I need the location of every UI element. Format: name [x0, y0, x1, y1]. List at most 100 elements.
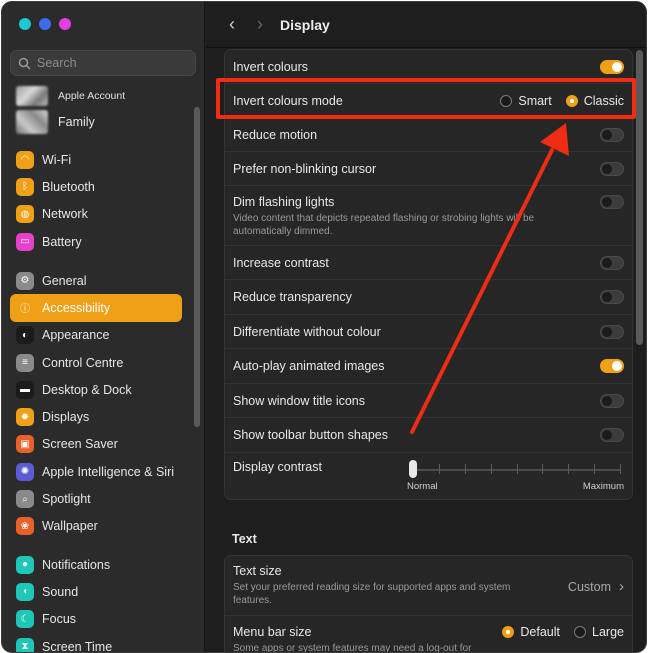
display-contrast-slider[interactable]: Normal Maximum: [407, 454, 624, 494]
sidebar-item-general[interactable]: ⚙ General: [10, 267, 182, 294]
chevron-right-icon: ›: [619, 578, 624, 595]
radio-smart[interactable]: Smart: [500, 94, 552, 108]
slider-min-label: Normal: [407, 481, 438, 492]
slider-tick: [438, 464, 440, 474]
sidebar-item-wifi[interactable]: ◠ Wi-Fi: [10, 146, 182, 173]
close-window-button[interactable]: [19, 18, 31, 30]
slider-tick: [464, 464, 466, 474]
sidebar-item-notifications[interactable]: ● Notifications: [10, 551, 182, 578]
reduce-motion-row: Reduce motion: [225, 118, 632, 152]
text-size-label: Text size: [233, 564, 282, 578]
text-settings-group: Text size Set your preferred reading siz…: [224, 555, 633, 652]
slider-tick: [620, 464, 621, 474]
window-controls: [19, 18, 71, 30]
toolbar-shapes-toggle[interactable]: [600, 428, 624, 442]
search-input[interactable]: [37, 56, 187, 70]
sidebar-item-wallpaper[interactable]: ❀ Wallpaper: [10, 513, 182, 540]
search-field[interactable]: [10, 50, 196, 76]
increase-contrast-toggle[interactable]: [600, 255, 624, 270]
sidebar-item-focus[interactable]: ☾ Focus: [10, 606, 182, 633]
avatar: [16, 86, 48, 106]
family-avatar: [16, 110, 48, 134]
dim-flashing-toggle[interactable]: [600, 195, 624, 209]
siri-icon: ✺: [16, 462, 34, 481]
invert-colours-toggle[interactable]: [600, 59, 624, 74]
apple-account-item[interactable]: Apple Account: [16, 84, 125, 108]
sidebar-item-apple-intelligence[interactable]: ✺ Apple Intelligence & Siri: [10, 458, 182, 485]
window-title-icons-toggle[interactable]: [600, 393, 624, 408]
sidebar-group-connectivity: ◠ Wi-Fi ᛒ Bluetooth ◍ Network ▭ Battery: [10, 146, 182, 255]
radio-default-dot[interactable]: [502, 626, 515, 638]
sidebar-item-appearance[interactable]: ◐ Appearance: [10, 322, 182, 349]
minimize-window-button[interactable]: [39, 18, 51, 30]
radio-large[interactable]: Large: [574, 625, 624, 639]
sidebar-item-sound[interactable]: ◖ Sound: [10, 578, 182, 605]
zoom-window-button[interactable]: [59, 18, 71, 30]
reduce-motion-label: Reduce motion: [233, 127, 318, 142]
slider-tick: [568, 464, 570, 474]
forward-button[interactable]: ›: [246, 13, 274, 37]
dim-flashing-desc: Video content that depicts repeated flas…: [233, 213, 535, 237]
dim-flashing-label: Dim flashing lights: [233, 195, 335, 209]
increase-contrast-label: Increase contrast: [233, 255, 329, 270]
sidebar-item-battery[interactable]: ▭ Battery: [10, 228, 182, 255]
differentiate-toggle[interactable]: [600, 324, 624, 339]
dim-flashing-text: Dim flashing lights Video content that d…: [233, 195, 573, 238]
sidebar-item-screen-time[interactable]: ⧗ Screen Time: [10, 633, 182, 652]
main-scrollbar[interactable]: [636, 50, 643, 345]
sidebar-item-screen-saver[interactable]: ▣ Screen Saver: [10, 431, 182, 458]
text-size-value-label: Custom: [567, 579, 611, 594]
autoplay-toggle[interactable]: [600, 359, 624, 373]
radio-classic[interactable]: Classic: [565, 94, 624, 108]
menu-bar-radio-group: Default Large: [502, 625, 624, 639]
display-contrast-row: Display contrast Normal Maximum: [225, 453, 632, 499]
text-size-row[interactable]: Text size Set your preferred reading siz…: [225, 556, 632, 616]
settings-window: Apple Account Family ◠Wi-Fi ᛒBluetooth ◍…: [1, 1, 647, 653]
increase-contrast-row: Increase contrast: [225, 246, 632, 280]
sidebar-item-spotlight[interactable]: ⌕ Spotlight: [10, 485, 182, 512]
dim-flashing-row: Dim flashing lights Video content that d…: [225, 186, 632, 246]
prefer-nonblinking-row: Prefer non-blinking cursor: [225, 152, 632, 186]
reduce-transparency-toggle[interactable]: [600, 290, 624, 304]
radio-classic-dot[interactable]: [565, 94, 578, 107]
sidebar-item-network[interactable]: ◍ Network: [10, 201, 182, 228]
display-settings-group: Invert colours Invert colours mode Smart…: [224, 49, 633, 500]
slider-max-label: Maximum: [582, 481, 624, 492]
text-section-title: Text: [232, 532, 257, 546]
autoplay-row: Auto-play animated images: [225, 349, 632, 384]
page-title: Display: [280, 16, 330, 33]
toolbar-shapes-label: Show toolbar button shapes: [233, 428, 388, 442]
prefer-nonblinking-toggle[interactable]: [600, 161, 624, 176]
prefer-nonblinking-label: Prefer non-blinking cursor: [233, 161, 377, 176]
sidebar-group-system: ⚙ General ⓘ Accessibility ◐ Appearance ≡ Con…: [10, 267, 182, 540]
back-button[interactable]: ‹: [218, 13, 246, 37]
invert-colours-label: Invert colours: [233, 59, 309, 74]
screen-time-icon: ⧗: [16, 637, 34, 652]
reduce-motion-toggle[interactable]: [600, 127, 624, 142]
differentiate-label: Differentiate without colour: [233, 324, 381, 339]
text-size-value[interactable]: Custom ›: [568, 578, 624, 595]
family-item[interactable]: Family: [16, 110, 125, 134]
sidebar-item-desktop-dock[interactable]: ▬ Desktop & Dock: [10, 376, 182, 403]
slider-thumb[interactable]: [409, 460, 417, 478]
slider-tick: [516, 464, 518, 474]
radio-large-dot[interactable]: [574, 626, 587, 638]
sidebar-group-notifications: ● Notifications ◖ Sound ☾ Focus ⧗ Screen Tim…: [10, 551, 182, 652]
chevron-left-icon: ‹: [229, 14, 235, 34]
sidebar-item-accessibility[interactable]: ⓘ Accessibility: [10, 294, 182, 322]
invert-colours-mode-row: Invert colours mode Smart Classic: [225, 84, 632, 118]
window-title-icons-row: Show window title icons: [225, 384, 632, 418]
apple-account-label: Apple Account: [58, 90, 126, 102]
chevron-right-icon: ›: [257, 14, 263, 34]
differentiate-row: Differentiate without colour: [225, 315, 632, 349]
control-centre-icon: ≡: [16, 353, 34, 372]
radio-default[interactable]: Default: [502, 625, 560, 639]
text-size-desc: Set your preferred reading size for supp…: [233, 582, 511, 606]
focus-icon: ☾: [16, 610, 34, 629]
sidebar-scrollbar[interactable]: [194, 107, 200, 427]
sidebar-item-displays[interactable]: ✹ Displays: [10, 403, 182, 430]
displays-icon: ✹: [16, 408, 34, 427]
sidebar-item-control-centre[interactable]: ≡ Control Centre: [10, 349, 182, 376]
sidebar-item-bluetooth[interactable]: ᛒ Bluetooth: [10, 173, 182, 200]
radio-smart-dot[interactable]: [500, 94, 513, 107]
